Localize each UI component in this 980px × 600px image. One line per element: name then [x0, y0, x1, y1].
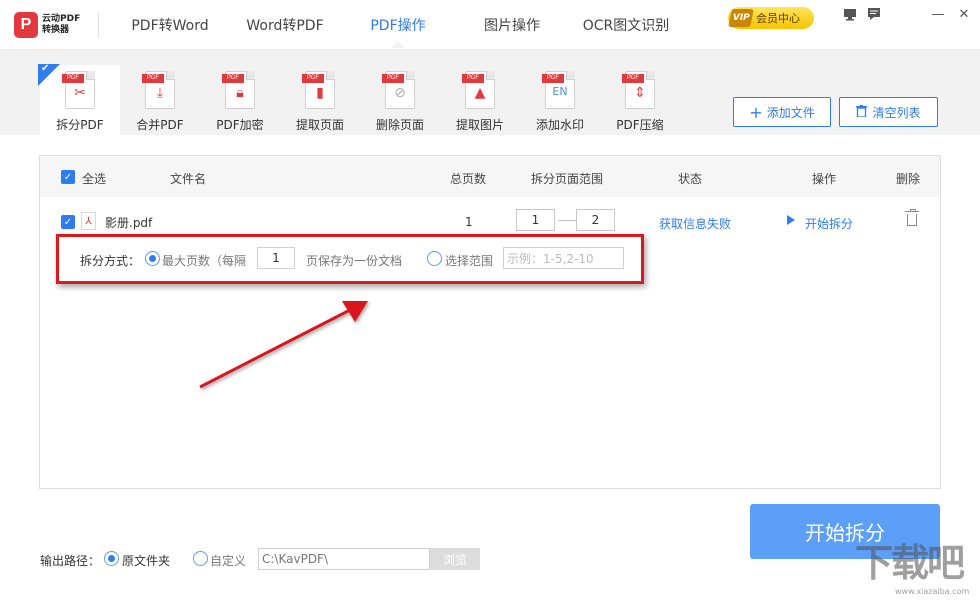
range-from-input[interactable]: 1 — [516, 209, 555, 231]
header-range: 拆分页面范围 — [531, 172, 604, 186]
tool-label: 提取页面 — [295, 118, 344, 132]
delete-page-icon: PDF ⊘ — [382, 71, 415, 109]
vip-center-button[interactable]: VIP 会员中心 — [728, 7, 814, 29]
tool-label: 拆分PDF — [56, 118, 104, 132]
row-pages: 1 — [465, 215, 473, 229]
plus-icon: + — [749, 102, 763, 122]
option-original-folder: 原文件夹 — [122, 554, 171, 568]
header-filename: 文件名 — [170, 172, 207, 186]
tab-pdf-to-word[interactable]: PDF转Word — [125, 0, 215, 50]
header-pages: 总页数 — [450, 172, 487, 186]
check-icon: ✔ — [41, 63, 50, 74]
split-pdf-icon: PDF ✂ — [62, 71, 95, 109]
logo-mark: P — [14, 12, 38, 38]
tool-add-watermark[interactable]: PDF EN 添加水印 — [520, 65, 600, 135]
header-action: 操作 — [812, 172, 837, 186]
close-icon[interactable]: ✕ — [956, 6, 972, 22]
tool-label: 合并PDF — [136, 118, 184, 132]
encrypt-pdf-icon: PDF 🔒︎ — [222, 71, 255, 109]
add-file-button[interactable]: + 添加文件 — [733, 97, 831, 127]
logo-line1: 云动PDF — [42, 14, 81, 24]
extract-page-icon: PDF ▮ — [302, 71, 335, 109]
browse-button[interactable]: 浏览 — [430, 548, 480, 570]
file-list-panel: ✓ 全选 文件名 总页数 拆分页面范围 状态 操作 删除 ✓ ⅄ 影册.pdf … — [39, 155, 941, 489]
range-dash — [558, 220, 576, 221]
tab-pdf-operations[interactable]: PDF操作 — [362, 0, 434, 50]
logo-line2: 转换器 — [42, 25, 70, 35]
delete-row-icon[interactable] — [905, 209, 919, 226]
tab-word-to-pdf[interactable]: Word转PDF — [238, 0, 332, 50]
select-all-checkbox[interactable]: ✓ — [61, 170, 75, 184]
logo-text: 云动PDF 转换器 — [42, 14, 80, 36]
start-split-link[interactable]: 开始拆分 — [805, 215, 853, 232]
tool-label: PDF加密 — [216, 118, 264, 132]
minimize-icon[interactable]: — — [930, 6, 946, 22]
tool-label: 添加水印 — [535, 118, 584, 132]
tool-extract-page[interactable]: PDF ▮ 提取页面 — [280, 65, 360, 135]
tool-delete-page[interactable]: PDF ⊘ 删除页面 — [360, 65, 440, 135]
app-logo: P 云动PDF 转换器 — [14, 9, 94, 41]
range-to-input[interactable]: 2 — [576, 209, 615, 231]
message-icon[interactable] — [866, 6, 882, 22]
annotation-arrow — [199, 301, 368, 389]
annotation-highlight-box — [56, 234, 644, 284]
clear-list-button[interactable]: 清空列表 — [839, 97, 938, 127]
vip-crown-icon: VIP — [728, 9, 754, 27]
tab-ocr[interactable]: OCR图文识别 — [578, 0, 674, 50]
option-custom-folder: 自定义 — [210, 554, 247, 568]
row-status[interactable]: 获取信息失败 — [659, 215, 731, 232]
site-watermark: 下载吧 — [855, 541, 965, 585]
tool-strip: ✔ PDF ✂ 拆分PDF PDF ⤓ 合并PDF PDF 🔒︎ PDF加密 PDF ▮… — [0, 50, 980, 135]
select-all-label: 全选 — [82, 172, 107, 186]
play-icon[interactable] — [787, 215, 795, 225]
tool-label: 提取图片 — [455, 118, 504, 132]
tool-encrypt-pdf[interactable]: PDF 🔒︎ PDF加密 — [200, 65, 280, 135]
tool-merge-pdf[interactable]: PDF ⤓ 合并PDF — [120, 65, 200, 135]
row-checkbox[interactable]: ✓ — [61, 215, 75, 229]
compress-pdf-icon: PDF ⇕ — [622, 71, 655, 109]
merge-pdf-icon: PDF ⤓ — [142, 71, 175, 109]
title-bar: P 云动PDF 转换器 PDF转Word Word转PDF PDF操作 图片操作… — [0, 0, 980, 50]
table-header: ✓ 全选 文件名 总页数 拆分页面范围 状态 操作 删除 — [40, 156, 940, 197]
output-path-input[interactable]: C:\KavPDF\ — [258, 548, 430, 570]
extract-image-icon: PDF ▲ — [462, 71, 495, 109]
tool-split-pdf[interactable]: ✔ PDF ✂ 拆分PDF — [38, 63, 120, 135]
radio-original-folder[interactable] — [104, 551, 119, 566]
tool-compress-pdf[interactable]: PDF ⇕ PDF压缩 — [600, 65, 680, 135]
logo-divider — [98, 12, 99, 38]
tab-image-operations[interactable]: 图片操作 — [476, 0, 548, 50]
radio-custom-folder[interactable] — [193, 551, 208, 566]
add-file-label: 添加文件 — [766, 105, 815, 120]
vip-center-label: 会员中心 — [756, 12, 800, 25]
site-watermark-url: www.xiazaiba.com — [895, 587, 970, 596]
output-path-label: 输出路径： — [40, 554, 101, 568]
pdf-file-icon: ⅄ — [81, 212, 96, 230]
feedback-icon[interactable] — [842, 6, 858, 22]
row-filename: 影册.pdf — [105, 216, 153, 230]
header-delete: 删除 — [896, 172, 921, 186]
header-status: 状态 — [678, 172, 703, 186]
tool-label: PDF压缩 — [616, 118, 664, 132]
tool-label: 删除页面 — [375, 118, 424, 132]
watermark-icon: PDF EN — [542, 71, 575, 109]
trash-icon — [856, 104, 868, 120]
clear-list-label: 清空列表 — [872, 105, 921, 120]
tool-extract-image[interactable]: PDF ▲ 提取图片 — [440, 65, 520, 135]
